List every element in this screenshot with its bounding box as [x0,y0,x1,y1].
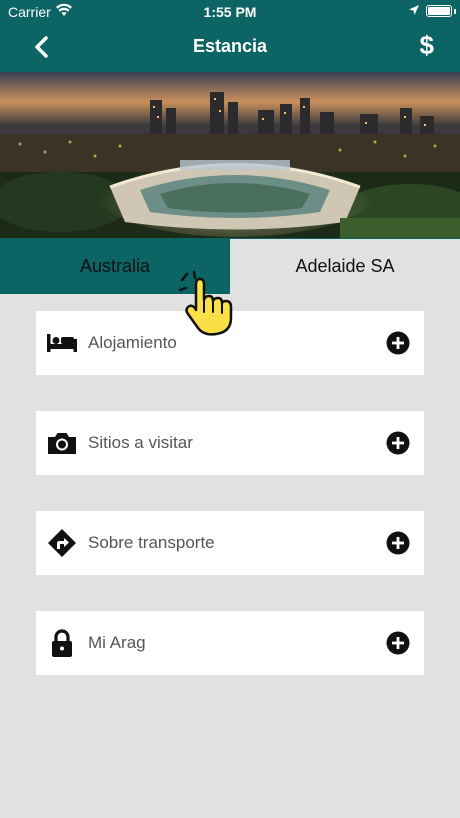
nav-bar: Estancia $ [0,24,460,72]
plus-circle-icon[interactable] [386,531,410,555]
status-time: 1:55 PM [203,4,257,20]
location-arrow-icon [409,5,419,15]
menu-item-label: Sobre transporte [88,533,215,552]
menu-item-sitios[interactable]: Sitios a visitar [36,411,424,475]
menu-item-label: Alojamiento [88,333,177,352]
bed-icon [47,334,77,352]
status-bar: Carrier 1:55 PM [0,0,460,24]
page-title: Estancia [192,36,268,56]
menu-item-transporte[interactable]: Sobre transporte [36,511,424,575]
tab-adelaide[interactable]: Adelaide SA [230,238,460,294]
menu-item-alojamiento[interactable]: Alojamiento [36,311,424,375]
battery-tip [454,9,456,14]
plus-circle-icon[interactable] [386,331,410,355]
location-tabs: Australia Adelaide SA [0,238,460,294]
lock-icon [52,629,72,657]
camera-icon [48,433,76,454]
directions-icon [48,529,76,557]
menu-item-label: Mi Arag [88,633,146,652]
city-night-image [0,72,460,238]
tab-australia[interactable]: Australia [0,238,230,294]
menu-item-mi-arag[interactable]: Mi Arag [36,611,424,675]
battery-icon [426,5,452,17]
plus-circle-icon[interactable] [386,631,410,655]
plus-circle-icon[interactable] [386,431,410,455]
currency-button[interactable]: $ [420,30,434,61]
menu-item-label: Sitios a visitar [88,433,193,452]
